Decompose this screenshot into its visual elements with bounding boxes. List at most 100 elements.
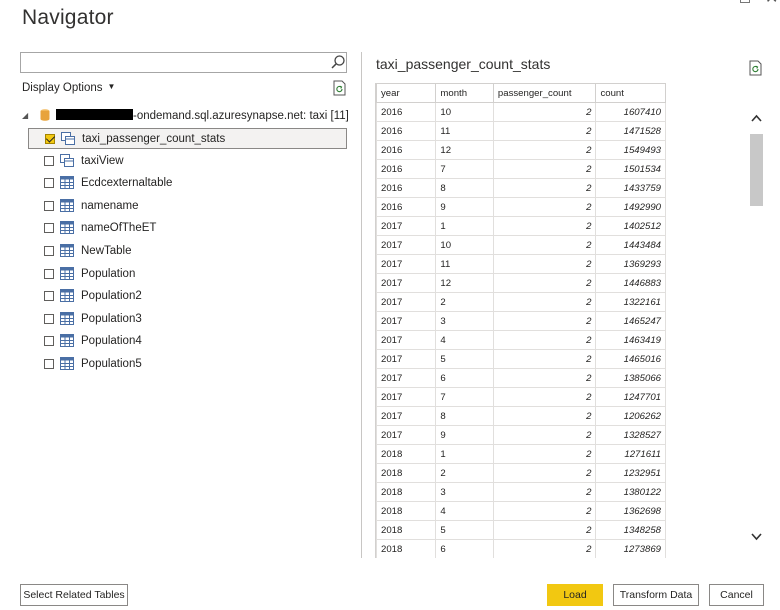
search-icon[interactable] bbox=[330, 54, 346, 70]
table-cell: 10 bbox=[435, 235, 494, 255]
cancel-button[interactable]: Cancel bbox=[709, 584, 764, 606]
table-row: 2018 1 2 1271611 bbox=[376, 444, 666, 464]
tree-item-checkbox[interactable] bbox=[44, 223, 54, 234]
tree-item-checkbox[interactable] bbox=[44, 178, 54, 189]
table-cell: 2 bbox=[492, 292, 597, 312]
table-cell: 2017 bbox=[376, 425, 437, 445]
table-cell: 2 bbox=[492, 178, 597, 198]
table-cell: 1463419 bbox=[595, 330, 666, 350]
tree-item[interactable]: taxi_passenger_count_stats bbox=[28, 128, 347, 149]
table-cell: 9 bbox=[435, 197, 494, 217]
table-cell: 2018 bbox=[376, 501, 437, 521]
table-cell: 2017 bbox=[376, 273, 437, 293]
table-cell: 1433759 bbox=[595, 178, 666, 198]
tree-item[interactable]: Population5 bbox=[28, 354, 347, 375]
table-cell: 7 bbox=[435, 387, 494, 407]
close-icon[interactable]: ✕ bbox=[765, 0, 778, 7]
tree-item-checkbox[interactable] bbox=[44, 313, 54, 324]
table-cell: 11 bbox=[435, 254, 494, 274]
table-header-row: year month passenger_count count bbox=[376, 83, 666, 103]
table-cell: 1446883 bbox=[595, 273, 666, 293]
column-header[interactable]: month bbox=[435, 83, 494, 103]
table-cell: 2 bbox=[492, 368, 597, 388]
table-cell: 2017 bbox=[376, 311, 437, 331]
maximize-icon[interactable] bbox=[740, 0, 750, 3]
table-cell: 1206262 bbox=[595, 406, 666, 426]
pane-divider[interactable] bbox=[361, 52, 362, 558]
tree-item[interactable]: Population3 bbox=[28, 309, 347, 330]
tree-item-label: Ecdcexternaltable bbox=[81, 177, 173, 190]
column-header[interactable]: year bbox=[376, 83, 437, 103]
table-cell: 2 bbox=[492, 216, 597, 236]
table-cell: 2016 bbox=[376, 159, 437, 179]
table-icon bbox=[60, 289, 74, 303]
table-cell: 2 bbox=[492, 159, 597, 179]
table-cell: 1402512 bbox=[595, 216, 666, 236]
table-row: 2016 12 2 1549493 bbox=[376, 140, 666, 160]
refresh-icon[interactable] bbox=[333, 80, 347, 96]
table-cell: 1471528 bbox=[595, 121, 666, 141]
tree-item-label: Population4 bbox=[81, 335, 142, 348]
tree-item[interactable]: Population4 bbox=[28, 331, 347, 352]
tree-item[interactable]: taxiView bbox=[28, 151, 347, 172]
column-header[interactable]: count bbox=[595, 83, 666, 103]
server-node[interactable]: ◢ -ondemand.sql.azuresynapse.net: taxi [… bbox=[22, 109, 349, 125]
tree-item-checkbox[interactable] bbox=[44, 291, 54, 302]
chevron-down-icon[interactable] bbox=[749, 531, 764, 543]
tree-item[interactable]: Population bbox=[28, 264, 347, 285]
table-cell: 2 bbox=[492, 539, 597, 558]
tree-item-label: NewTable bbox=[81, 245, 132, 257]
table-row: 2017 1 2 1402512 bbox=[376, 216, 666, 236]
tree-item-checkbox[interactable] bbox=[44, 155, 54, 166]
table-cell: 1271611 bbox=[595, 444, 666, 464]
table-cell: 1443484 bbox=[595, 235, 666, 255]
display-options-dropdown[interactable]: Display Options ▼ bbox=[22, 82, 115, 94]
table-cell: 1247701 bbox=[595, 387, 666, 407]
table-cell: 11 bbox=[435, 121, 494, 141]
tree-item-checkbox[interactable] bbox=[44, 359, 54, 369]
load-button[interactable]: Load bbox=[547, 584, 603, 606]
server-label: -ondemand.sql.azuresynapse.net: taxi [11… bbox=[133, 110, 349, 122]
window-title: Navigator bbox=[22, 6, 114, 29]
refresh-icon[interactable] bbox=[749, 60, 763, 76]
table-cell: 2016 bbox=[376, 197, 437, 217]
table-cell: 2 bbox=[435, 292, 494, 312]
preview-grid[interactable]: year month passenger_count count 2016 10 2 160… bbox=[375, 83, 666, 558]
select-related-tables-button[interactable]: Select Related Tables bbox=[20, 584, 128, 606]
tree-item-checkbox[interactable] bbox=[44, 246, 54, 256]
table-cell: 2016 bbox=[376, 178, 437, 198]
tree-item-checkbox[interactable] bbox=[44, 268, 54, 279]
tree-item-checkbox[interactable] bbox=[45, 134, 55, 144]
table-row: 2018 3 2 1380122 bbox=[376, 482, 666, 502]
table-row: 2016 9 2 1492990 bbox=[376, 197, 666, 217]
display-options-label: Display Options bbox=[22, 82, 103, 94]
table-row: 2018 4 2 1362698 bbox=[376, 501, 666, 521]
tree-item[interactable]: Population2 bbox=[28, 286, 347, 307]
table-cell: 1492990 bbox=[595, 197, 666, 217]
tree-item[interactable]: nameOfTheET bbox=[28, 218, 347, 239]
search-input[interactable] bbox=[20, 52, 347, 73]
tree-item-checkbox[interactable] bbox=[44, 200, 54, 211]
tree-item[interactable]: NewTable bbox=[28, 241, 347, 262]
chevron-up-icon[interactable] bbox=[749, 112, 764, 124]
collapse-arrow-icon[interactable]: ◢ bbox=[22, 111, 36, 120]
table-cell: 2 bbox=[492, 311, 597, 331]
table-cell: 1348258 bbox=[595, 520, 666, 540]
table-row: 2017 5 2 1465016 bbox=[376, 349, 666, 369]
tree-item[interactable]: Ecdcexternaltable bbox=[28, 173, 347, 194]
table-cell: 1232951 bbox=[595, 463, 666, 483]
table-cell: 6 bbox=[435, 539, 494, 558]
table-cell: 2018 bbox=[376, 444, 437, 464]
table-cell: 2017 bbox=[376, 387, 437, 407]
column-header[interactable]: passenger_count bbox=[492, 83, 597, 103]
table-cell: 2017 bbox=[376, 235, 437, 255]
table-cell: 12 bbox=[435, 140, 494, 160]
tree-item-checkbox[interactable] bbox=[44, 336, 54, 347]
transform-data-button[interactable]: Transform Data bbox=[613, 584, 699, 606]
table-cell: 2018 bbox=[376, 463, 437, 483]
table-cell: 2018 bbox=[376, 520, 437, 540]
tree-item-label: Population3 bbox=[81, 312, 142, 325]
scrollbar-thumb[interactable] bbox=[750, 134, 763, 206]
tree-item[interactable]: namename bbox=[28, 196, 347, 217]
table-cell: 2 bbox=[492, 463, 597, 483]
